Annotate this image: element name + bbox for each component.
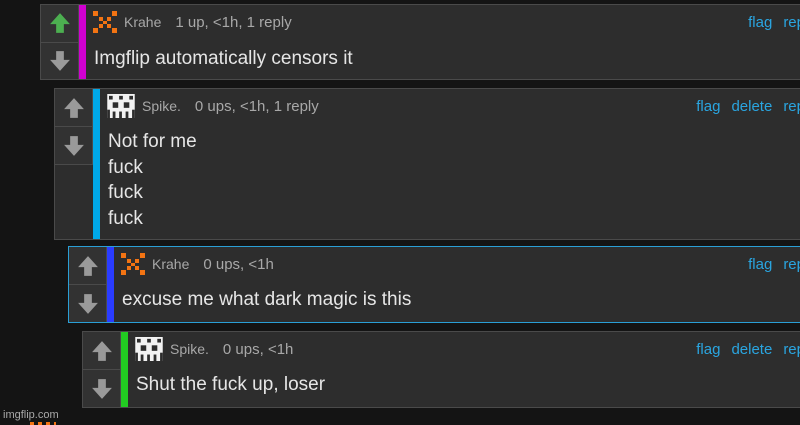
flag-link[interactable]: flag — [748, 256, 772, 273]
upvote-button[interactable] — [83, 332, 121, 369]
upvote-button[interactable] — [55, 89, 93, 126]
flag-link[interactable]: flag — [748, 14, 772, 31]
avatar[interactable] — [92, 10, 118, 34]
comment-text: Not for me fuck fuck fuck — [108, 131, 197, 229]
comment: Krahe 0 ups, <1h flag rep excuse me what… — [68, 246, 800, 323]
delete-link[interactable]: delete — [731, 98, 772, 115]
comment-text: Imgflip automatically censors it — [94, 48, 353, 69]
username[interactable]: Spike. — [170, 341, 209, 357]
downvote-button[interactable] — [55, 126, 93, 165]
upvote-button[interactable] — [69, 247, 107, 284]
thread-stripe — [121, 332, 128, 407]
avatar[interactable] — [106, 94, 136, 118]
comment-meta: 0 ups, <1h — [203, 255, 274, 273]
reply-link[interactable]: rep — [783, 256, 800, 273]
comment-meta: 1 up, <1h, 1 reply — [175, 13, 292, 31]
flag-link[interactable]: flag — [696, 341, 720, 358]
comment-text: Shut the fuck up, loser — [136, 374, 326, 395]
down-arrow-icon — [63, 135, 85, 157]
downvote-button[interactable] — [83, 369, 121, 407]
imgflip-watermark: imgflip.com — [3, 409, 59, 421]
comment-meta: 0 ups, <1h — [222, 340, 294, 358]
vote-column — [55, 89, 93, 165]
reply-link[interactable]: rep — [783, 98, 800, 115]
comment-meta: 0 ups, <1h, 1 reply — [194, 97, 319, 115]
delete-link[interactable]: delete — [731, 341, 772, 358]
up-arrow-icon — [49, 12, 71, 34]
comment: Spike. 0 ups, <1h flag delete rep Shut t… — [82, 331, 800, 408]
username[interactable]: Krahe — [152, 256, 189, 272]
upvote-button[interactable] — [41, 5, 79, 42]
vote-column — [69, 247, 107, 322]
down-arrow-icon — [77, 293, 99, 315]
down-arrow-icon — [49, 50, 71, 72]
reply-link[interactable]: rep — [783, 341, 800, 358]
avatar[interactable] — [120, 252, 146, 276]
thread-stripe — [79, 5, 86, 79]
down-arrow-icon — [91, 378, 113, 400]
vote-column — [41, 5, 79, 79]
thread-stripe — [107, 247, 114, 322]
vote-column — [83, 332, 121, 407]
comment: Spike. 0 ups, <1h, 1 reply flag delete r… — [54, 88, 800, 240]
username[interactable]: Krahe — [124, 14, 161, 30]
downvote-button[interactable] — [41, 41, 79, 79]
downvote-button[interactable] — [69, 284, 107, 322]
flag-link[interactable]: flag — [696, 98, 720, 115]
thread-stripe — [93, 89, 100, 239]
reply-link[interactable]: rep — [783, 14, 800, 31]
username[interactable]: Spike. — [142, 98, 181, 114]
comment: Krahe 1 up, <1h, 1 reply flag rep Imgfli… — [40, 4, 800, 80]
up-arrow-icon — [77, 255, 99, 277]
up-arrow-icon — [63, 97, 85, 119]
up-arrow-icon — [91, 340, 113, 362]
comment-text: excuse me what dark magic is this — [122, 289, 412, 310]
avatar[interactable] — [134, 337, 164, 361]
